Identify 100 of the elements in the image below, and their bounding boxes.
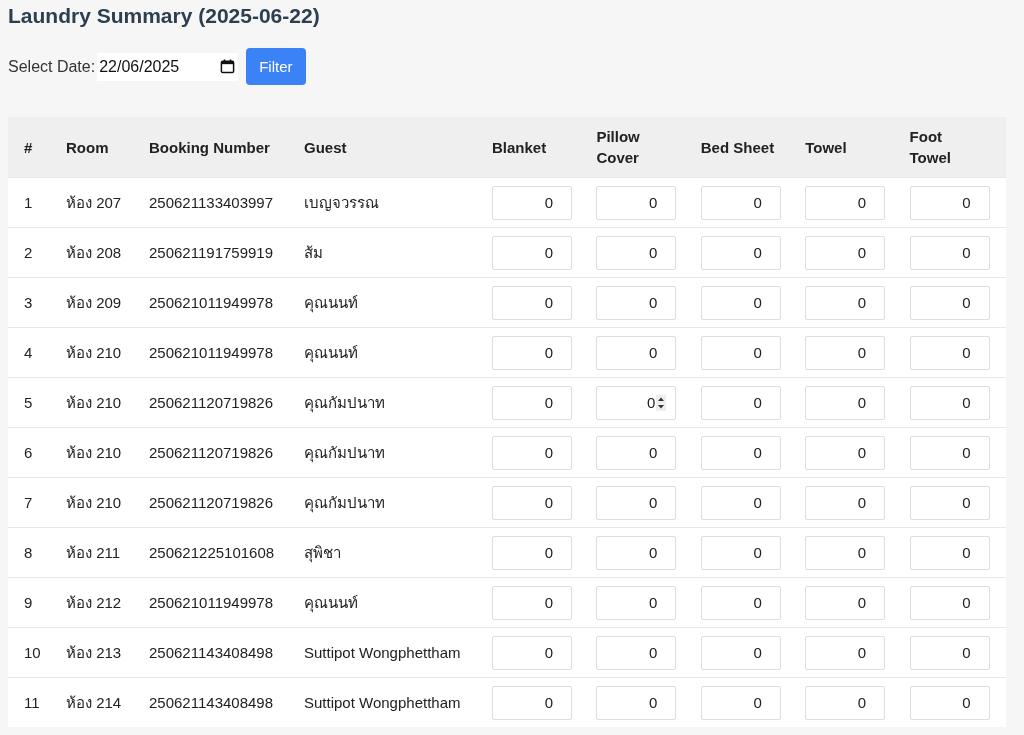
column-header: Foot Towel	[909, 128, 951, 166]
column-header: Guest	[304, 138, 347, 156]
row-number: 4	[24, 344, 33, 361]
quantity-input[interactable]: 0	[909, 335, 990, 370]
row-number: 8	[24, 544, 33, 561]
quantity-input[interactable]: 0	[909, 435, 990, 470]
quantity-input[interactable]: 0	[805, 285, 886, 320]
quantity-input[interactable]: 0	[805, 435, 886, 470]
guest-name-cell: คุณกัมปนาท	[304, 393, 385, 411]
room-cell: ห้อง 214	[66, 693, 122, 711]
quantity-input[interactable]: 0	[909, 635, 990, 670]
booking-number-cell: 250621120719826	[149, 494, 274, 511]
quantity-input[interactable]: 0	[492, 585, 572, 620]
room-cell: ห้อง 210	[66, 393, 122, 411]
booking-number-cell: 250621011949978	[149, 344, 274, 361]
guest-name-cell: คุณนนท์	[304, 293, 358, 311]
row-number: 3	[24, 294, 33, 311]
row-number: 1	[24, 194, 33, 211]
column-header: Booking Number	[149, 138, 270, 156]
quantity-input[interactable]: 0	[492, 535, 572, 570]
column-header: Pillow Cover	[596, 128, 640, 166]
quantity-input[interactable]: 0	[596, 685, 677, 720]
quantity-input[interactable]: 0	[700, 685, 781, 720]
quantity-input[interactable]: 0	[700, 335, 781, 370]
calendar-icon[interactable]	[220, 59, 236, 74]
guest-name-cell: คุณนนท์	[304, 593, 358, 611]
date-field[interactable]: 22/06/2025	[97, 52, 239, 81]
quantity-input[interactable]: 0	[805, 235, 886, 270]
row-number: 10	[24, 644, 41, 661]
quantity-input[interactable]: 0	[805, 485, 886, 520]
quantity-input[interactable]: 0	[596, 435, 677, 470]
quantity-input[interactable]: 0	[492, 235, 572, 270]
column-header: Blanket	[492, 138, 547, 156]
quantity-input[interactable]: 0	[700, 435, 781, 470]
row-number: 6	[24, 444, 33, 461]
booking-number-cell: 250621133403997	[149, 194, 274, 211]
quantity-input[interactable]: 0	[909, 235, 990, 270]
row-number: 2	[24, 244, 33, 261]
quantity-input[interactable]: 0	[492, 685, 572, 720]
column-header: Bed Sheet	[700, 138, 775, 156]
room-cell: ห้อง 209	[66, 293, 122, 311]
room-cell: ห้อง 210	[66, 493, 122, 511]
date-label: Select Date:	[8, 57, 96, 76]
quantity-input[interactable]: 0	[700, 235, 781, 270]
quantity-input[interactable]: 0	[805, 685, 886, 720]
quantity-input[interactable]: 0	[492, 285, 572, 320]
quantity-input[interactable]: 0	[492, 385, 572, 420]
room-cell: ห้อง 212	[66, 593, 122, 611]
quantity-input[interactable]: 0	[492, 635, 572, 670]
quantity-input[interactable]: 0	[492, 185, 572, 220]
quantity-input[interactable]: 0	[596, 385, 677, 420]
quantity-input[interactable]: 0	[492, 435, 572, 470]
quantity-input[interactable]: 0	[805, 185, 886, 220]
booking-number-cell: 250621011949978	[149, 594, 274, 611]
quantity-input[interactable]: 0	[909, 385, 990, 420]
room-cell: ห้อง 213	[66, 643, 122, 661]
quantity-input[interactable]: 0	[909, 535, 990, 570]
quantity-input[interactable]: 0	[805, 535, 886, 570]
room-cell: ห้อง 211	[66, 543, 121, 561]
spinner-arrows-icon[interactable]	[656, 394, 667, 411]
quantity-input[interactable]: 0	[596, 235, 677, 270]
quantity-input[interactable]: 0	[700, 185, 781, 220]
filter-button[interactable]: Filter	[246, 48, 306, 85]
quantity-input[interactable]: 0	[700, 585, 781, 620]
quantity-input[interactable]: 0	[909, 185, 990, 220]
quantity-input[interactable]: 0	[805, 585, 886, 620]
quantity-input[interactable]: 0	[492, 485, 572, 520]
quantity-input[interactable]: 0	[700, 535, 781, 570]
quantity-input[interactable]: 0	[909, 685, 990, 720]
quantity-input[interactable]: 0	[700, 635, 781, 670]
room-cell: ห้อง 210	[66, 343, 122, 361]
booking-number-cell: 250621143408498	[149, 644, 274, 661]
quantity-input[interactable]: 0	[700, 285, 781, 320]
quantity-input[interactable]: 0	[596, 635, 677, 670]
row-number: 9	[24, 594, 33, 611]
column-header: Towel	[805, 138, 847, 156]
booking-number-cell: 250621191759919	[149, 244, 274, 261]
quantity-input[interactable]: 0	[909, 485, 990, 520]
guest-name-cell: สุพิชา	[304, 543, 341, 561]
quantity-input[interactable]: 0	[596, 485, 677, 520]
quantity-input[interactable]: 0	[700, 385, 781, 420]
column-header: Room	[66, 138, 109, 156]
quantity-input[interactable]: 0	[596, 285, 677, 320]
booking-number-cell: 250621120719826	[149, 444, 274, 461]
quantity-input[interactable]: 0	[805, 635, 886, 670]
quantity-input[interactable]: 0	[909, 585, 990, 620]
quantity-input[interactable]: 0	[596, 335, 677, 370]
quantity-input[interactable]: 0	[805, 385, 886, 420]
quantity-input[interactable]: 0	[596, 535, 677, 570]
quantity-input[interactable]: 0	[805, 335, 886, 370]
booking-number-cell: 250621011949978	[149, 294, 274, 311]
quantity-input[interactable]: 0	[596, 185, 677, 220]
room-cell: ห้อง 208	[66, 243, 122, 261]
room-cell: ห้อง 207	[66, 193, 122, 211]
quantity-input[interactable]: 0	[492, 335, 572, 370]
quantity-input[interactable]: 0	[596, 585, 677, 620]
guest-name-cell: คุณนนท์	[304, 343, 358, 361]
quantity-input[interactable]: 0	[909, 285, 990, 320]
guest-name-cell: เบญจวรรณ	[304, 193, 379, 211]
quantity-input[interactable]: 0	[700, 485, 781, 520]
